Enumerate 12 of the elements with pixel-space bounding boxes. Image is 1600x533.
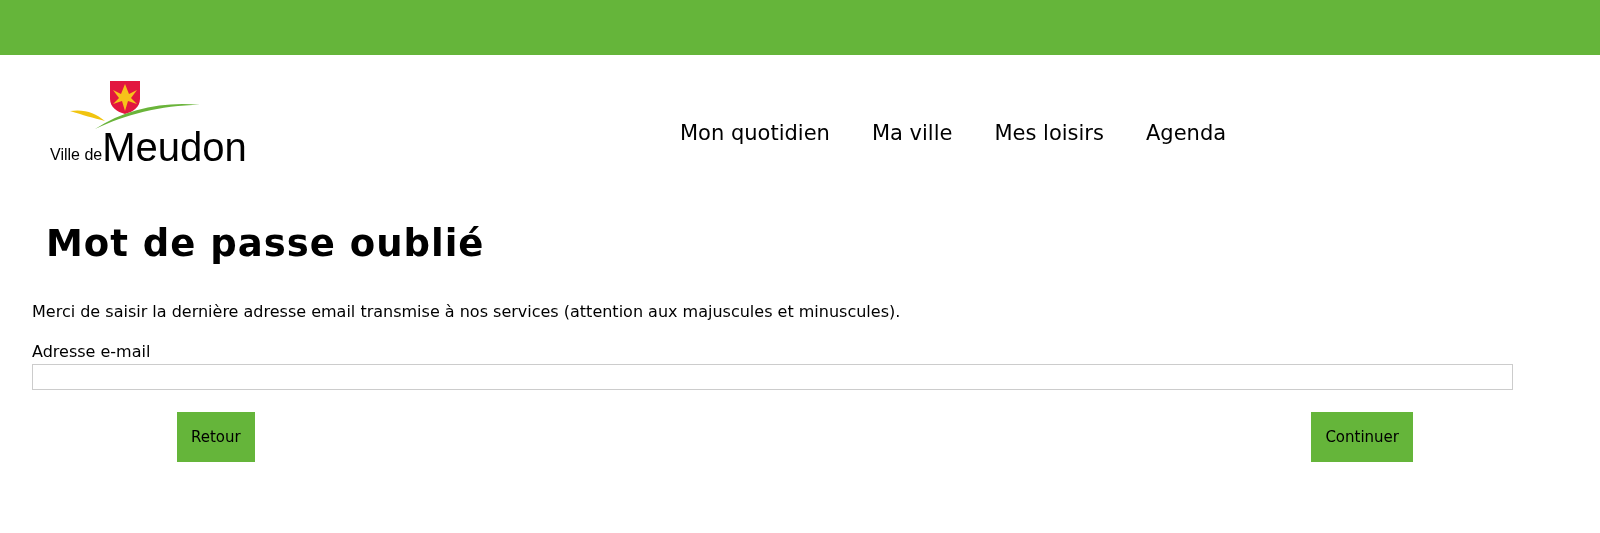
nav-link[interactable]: Ma ville — [871, 117, 953, 150]
logo-title: Meudon — [102, 126, 247, 167]
nav-link[interactable]: Mes loisirs — [994, 117, 1104, 150]
logo-text: Ville de — [50, 145, 103, 165]
continue-button[interactable]: Continuer — [1311, 412, 1413, 463]
nav-link[interactable]: Mon quotidien — [680, 117, 830, 150]
nav-link[interactable]: Agenda — [1145, 117, 1227, 150]
email-field[interactable] — [32, 364, 1513, 391]
field-label: Adresse e-mail — [32, 341, 152, 364]
back-button[interactable]: Retour — [177, 412, 255, 463]
page-title: Mot de passe oublié — [46, 222, 486, 267]
instruction-text: Merci de saisir la dernière adresse email transmise à nos services (attention aux majuscules et minuscules). — [32, 301, 902, 324]
